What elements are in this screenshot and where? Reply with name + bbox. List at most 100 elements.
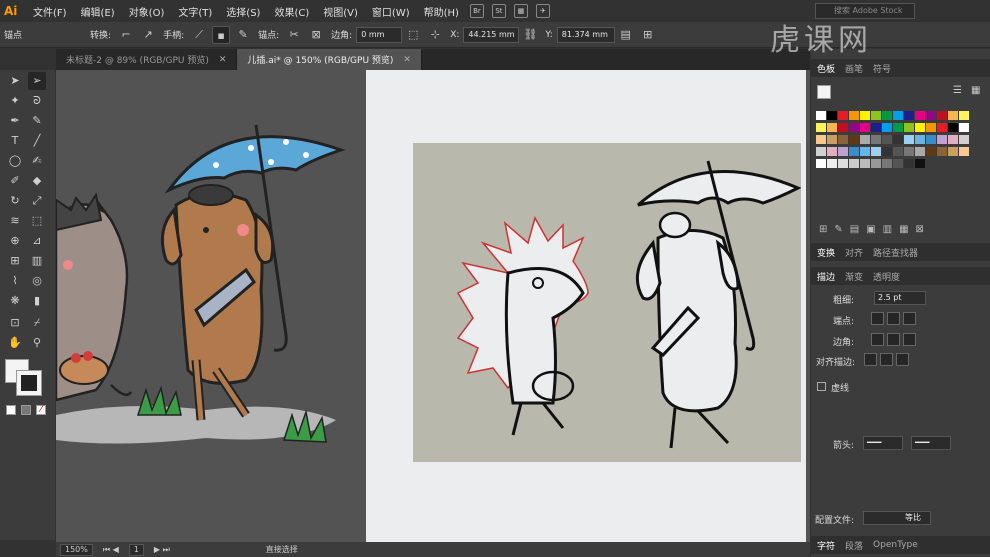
color-swatch[interactable] <box>937 123 947 132</box>
align-icon[interactable]: ⬚ <box>404 26 422 44</box>
slice-tool-icon[interactable]: ⌿ <box>28 314 46 332</box>
blend-tool-icon[interactable]: ◎ <box>28 272 46 290</box>
menu-file[interactable]: 文件(F) <box>26 4 74 19</box>
tab-align[interactable]: 对齐 <box>845 246 863 259</box>
color-swatch[interactable] <box>948 123 958 132</box>
color-swatch[interactable] <box>948 111 958 120</box>
swatch-actions-icons[interactable]: ⊞✎▤▣▥▦⊠ <box>819 224 931 235</box>
corner-radius-field[interactable]: 0 mm <box>356 26 403 43</box>
active-fill-swatch[interactable] <box>817 85 831 99</box>
mesh-tool-icon[interactable]: ⊞ <box>6 252 24 270</box>
color-swatch[interactable] <box>827 123 837 132</box>
brush-tool-icon[interactable]: ✍ <box>28 152 46 170</box>
eyedropper-icon[interactable]: ⌇ <box>6 272 24 290</box>
color-swatch[interactable] <box>893 135 903 144</box>
color-swatch[interactable] <box>816 111 826 120</box>
color-swatch[interactable] <box>838 111 848 120</box>
arrange-icon[interactable]: ▦ <box>513 4 528 18</box>
artboard-tool-icon[interactable]: ⊡ <box>6 314 24 332</box>
weight-field[interactable]: 2.5 pt <box>874 291 926 305</box>
color-swatch[interactable] <box>915 123 925 132</box>
perspective-icon[interactable]: ⊿ <box>28 232 46 250</box>
square-cap-icon[interactable] <box>903 312 916 325</box>
color-swatch[interactable] <box>849 123 859 132</box>
miter-join-icon[interactable] <box>871 333 884 346</box>
color-swatch[interactable] <box>926 135 936 144</box>
zoom-field[interactable]: 150% <box>60 543 93 556</box>
free-transform-icon[interactable]: ⬚ <box>28 212 46 230</box>
color-swatch[interactable] <box>937 135 947 144</box>
bevel-join-icon[interactable] <box>903 333 916 346</box>
tab-pathfinder[interactable]: 路径查找器 <box>873 246 918 259</box>
menu-effect[interactable]: 效果(C) <box>267 4 316 19</box>
align-center-icon[interactable] <box>864 353 877 366</box>
list-view-icon[interactable]: ☰ <box>953 85 962 96</box>
menu-edit[interactable]: 编辑(E) <box>74 4 122 19</box>
color-swatch[interactable] <box>882 159 892 168</box>
symbol-sprayer-icon[interactable]: ❋ <box>6 292 24 310</box>
direct-selection-tool-icon[interactable]: ➢ <box>28 72 46 90</box>
eraser-icon[interactable]: ◆ <box>28 172 46 190</box>
tab-character[interactable]: 字符 <box>817 539 835 552</box>
close-icon[interactable]: ✕ <box>219 55 227 65</box>
color-swatch[interactable] <box>893 123 903 132</box>
arrow-end-select[interactable]: ━━━ <box>911 436 951 450</box>
menu-help[interactable]: 帮助(H) <box>417 4 466 19</box>
color-swatch[interactable] <box>904 123 914 132</box>
graph-tool-icon[interactable]: ▮ <box>28 292 46 310</box>
warp-tool-icon[interactable]: ≋ <box>6 212 24 230</box>
color-swatch[interactable] <box>838 135 848 144</box>
color-swatch[interactable] <box>893 147 903 156</box>
align-panel-icon[interactable]: ▤ <box>617 26 635 44</box>
x-field[interactable]: 44.215 mm <box>463 26 520 43</box>
selection-tool-icon[interactable]: ➤ <box>6 72 24 90</box>
type-tool-icon[interactable]: T <box>6 132 24 150</box>
magic-wand-icon[interactable]: ✦ <box>6 92 24 110</box>
color-swatch[interactable] <box>871 135 881 144</box>
link-icon[interactable]: ⛓ <box>521 26 539 44</box>
tab-opentype[interactable]: OpenType <box>873 540 918 550</box>
menu-window[interactable]: 窗口(W) <box>365 4 417 19</box>
butt-cap-icon[interactable] <box>871 312 884 325</box>
stock-icon[interactable]: St <box>491 4 506 18</box>
color-swatch[interactable] <box>904 159 914 168</box>
color-swatch[interactable] <box>882 135 892 144</box>
dashed-checkbox[interactable] <box>817 382 826 391</box>
color-swatch[interactable] <box>926 123 936 132</box>
canvas[interactable] <box>56 70 810 542</box>
color-swatch[interactable] <box>904 147 914 156</box>
color-swatch[interactable] <box>860 135 870 144</box>
zoom-tool-icon[interactable]: ⚲ <box>28 334 46 352</box>
color-swatch[interactable] <box>838 147 848 156</box>
color-mode-icon[interactable] <box>6 405 16 415</box>
close-icon[interactable]: ✕ <box>403 55 411 65</box>
tab-gradient[interactable]: 渐变 <box>845 270 863 283</box>
menu-type[interactable]: 文字(T) <box>171 4 219 19</box>
color-swatch[interactable] <box>882 123 892 132</box>
menu-select[interactable]: 选择(S) <box>219 4 267 19</box>
pen-tool-icon[interactable]: ✒ <box>6 112 24 130</box>
color-swatch[interactable] <box>816 147 826 156</box>
color-swatch[interactable] <box>860 111 870 120</box>
shape-builder-icon[interactable]: ⊕ <box>6 232 24 250</box>
curvature-icon[interactable]: ✎ <box>28 112 46 130</box>
color-swatch[interactable] <box>882 111 892 120</box>
color-swatch[interactable] <box>959 147 969 156</box>
tab-erchai[interactable]: 儿插.ai* @ 150% (RGB/GPU 预览) ✕ <box>237 49 422 70</box>
color-swatch[interactable] <box>904 135 914 144</box>
page-nav-icon[interactable]: ⏮ ◀ <box>103 545 119 555</box>
color-swatch[interactable] <box>893 159 903 168</box>
color-swatch[interactable] <box>860 147 870 156</box>
color-swatch[interactable] <box>948 147 958 156</box>
color-swatch[interactable] <box>849 135 859 144</box>
bridge-icon[interactable]: Br <box>469 4 484 18</box>
color-swatch[interactable] <box>937 147 947 156</box>
color-swatch[interactable] <box>816 135 826 144</box>
color-swatch[interactable] <box>871 159 881 168</box>
page-nav-next-icon[interactable]: ▶ ⏭ <box>154 545 170 555</box>
color-swatch[interactable] <box>904 111 914 120</box>
ellipse-tool-icon[interactable]: ◯ <box>6 152 24 170</box>
color-swatch[interactable] <box>860 123 870 132</box>
tab-transparency[interactable]: 透明度 <box>873 270 900 283</box>
gpu-icon[interactable]: ✈ <box>535 4 550 18</box>
